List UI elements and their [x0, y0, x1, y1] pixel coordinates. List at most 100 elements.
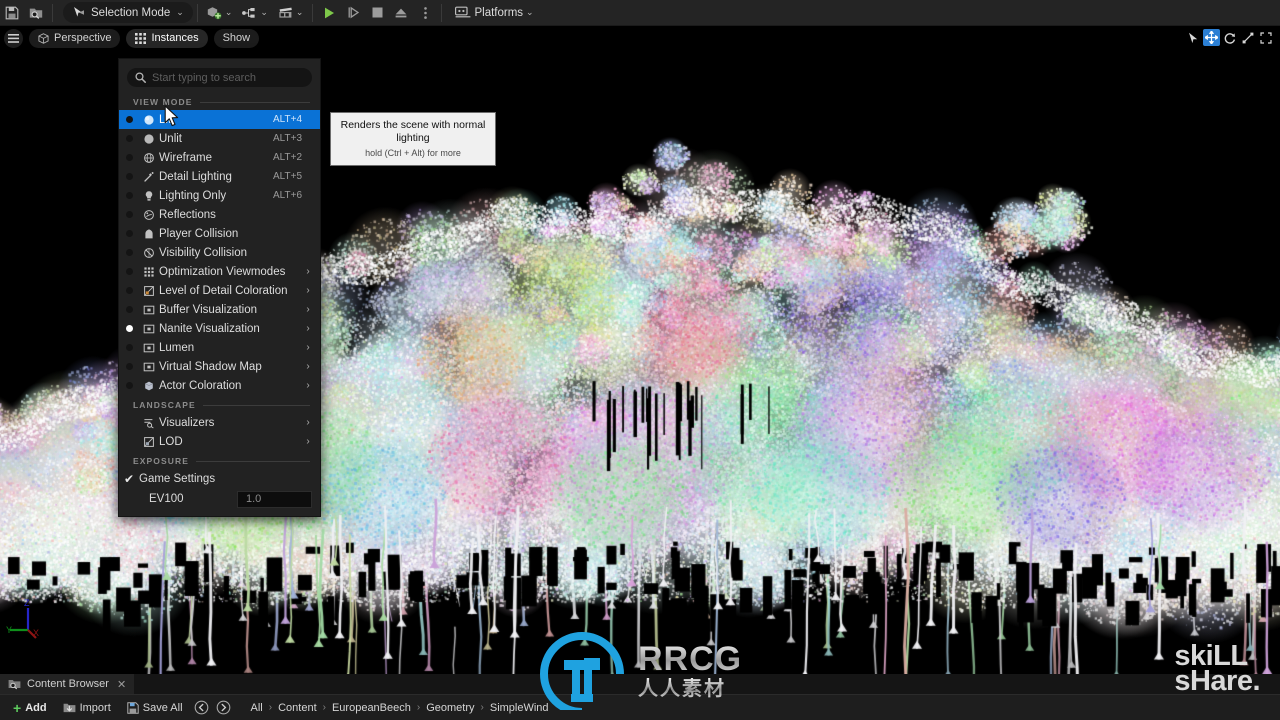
menu-item-level-of-detail-coloration[interactable]: Level of Detail Coloration ›: [119, 281, 320, 300]
maximize-icon[interactable]: [1257, 29, 1274, 46]
menu-item-lighting-only[interactable]: Lighting Only ALT+6: [119, 186, 320, 205]
unlit-sphere-icon: [139, 133, 159, 145]
scale-tool-button[interactable]: [1239, 29, 1256, 46]
save-button[interactable]: [1, 2, 23, 24]
menu-item-label: Virtual Shadow Map: [159, 360, 262, 373]
submenu-chevron-icon: ›: [306, 323, 310, 334]
search-input[interactable]: [152, 71, 304, 84]
reflections-icon: [139, 209, 159, 221]
perspective-label: Perspective: [54, 32, 112, 44]
tab-label: Content Browser: [27, 678, 109, 690]
checkmark-icon: ✔: [123, 471, 135, 486]
play-group: [317, 0, 437, 26]
viewport-show-menu[interactable]: Show: [213, 28, 260, 48]
viewport-camera-perspective[interactable]: Perspective: [29, 28, 121, 48]
viewport-viewmode-instances[interactable]: Instances: [126, 28, 208, 48]
radio-indicator: [119, 249, 139, 256]
content-browse-button[interactable]: [25, 2, 47, 24]
forward-button[interactable]: [214, 698, 234, 718]
add-actor-dropdown[interactable]: ⌄: [204, 2, 236, 24]
radio-indicator: [119, 325, 139, 332]
menu-item-wireframe[interactable]: Wireframe ALT+2: [119, 148, 320, 167]
selection-mode-label: Selection Mode: [91, 6, 171, 19]
skip-frame-button[interactable]: [342, 2, 364, 24]
viewmode-search[interactable]: [127, 68, 312, 87]
move-tool-button[interactable]: [1203, 29, 1220, 46]
menu-item-actor-coloration[interactable]: Actor Coloration ›: [119, 376, 320, 395]
menu-item-unlit[interactable]: Unlit ALT+3: [119, 129, 320, 148]
landscape-lod-icon: [139, 436, 159, 448]
file-group: [0, 0, 48, 26]
landscape-list: Visualizers › LOD ›: [119, 413, 320, 451]
menu-item-shortcut: ALT+4: [273, 114, 302, 125]
main-toolbar: Selection Mode ⌄ ⌄ ⌄ ⌄ Platforms ⌄: [0, 0, 1280, 26]
view-mode-list: Lit ALT+4 Unlit ALT+3 Wireframe ALT+2 Detail L…: [119, 110, 320, 395]
selection-mode-dropdown[interactable]: Selection Mode ⌄: [63, 2, 193, 23]
cinematics-icon: [278, 6, 293, 19]
radio-indicator: [119, 363, 139, 370]
tooltip: Renders the scene with normal lighting h…: [330, 112, 496, 167]
cinematics-dropdown[interactable]: ⌄: [275, 2, 307, 24]
toolbar-divider: [52, 3, 53, 22]
viewport-menu-icon[interactable]: [4, 28, 23, 48]
menu-item-player-collision[interactable]: Player Collision: [119, 224, 320, 243]
viewmode-menu[interactable]: VIEW MODE Lit ALT+4 Unlit ALT+3 Wireframe ALT…: [118, 58, 321, 517]
toolbar-divider-4: [441, 3, 443, 22]
menu-item-visualizers[interactable]: Visualizers ›: [119, 413, 320, 432]
plus-icon: +: [13, 699, 22, 716]
menu-item-nanite-visualization[interactable]: Nanite Visualization ›: [119, 319, 320, 338]
close-icon[interactable]: ✕: [117, 678, 126, 691]
stop-button[interactable]: [366, 2, 388, 24]
viewport-axis-gizmo: Y X Z: [6, 596, 60, 646]
section-label: VIEW MODE: [133, 97, 193, 107]
more-options-button[interactable]: [414, 2, 436, 24]
breadcrumb-item[interactable]: SimpleWind: [485, 702, 554, 714]
rotate-tool-button[interactable]: [1221, 29, 1238, 46]
submenu-chevron-icon: ›: [306, 342, 310, 353]
lightbulb-icon: [139, 190, 159, 202]
chevron-down-icon: ⌄: [260, 7, 268, 17]
menu-item-lod[interactable]: LOD ›: [119, 432, 320, 451]
play-icon: [322, 6, 336, 20]
eject-button[interactable]: [390, 2, 412, 24]
save-all-label: Save All: [142, 701, 183, 714]
back-button[interactable]: [192, 698, 212, 718]
select-tool-button[interactable]: [1185, 29, 1202, 46]
play-button[interactable]: [318, 2, 340, 24]
lumen-icon: [139, 342, 159, 354]
menu-item-buffer-visualization[interactable]: Buffer Visualization ›: [119, 300, 320, 319]
lod-coloration-icon: [139, 285, 159, 297]
instances-grid-icon: [135, 32, 147, 44]
submenu-chevron-icon: ›: [306, 361, 310, 372]
tooltip-title: Renders the scene with normal lighting: [340, 119, 486, 145]
menu-item-optimization-viewmodes[interactable]: Optimization Viewmodes ›: [119, 262, 320, 281]
blueprint-dropdown[interactable]: ⌄: [239, 2, 271, 24]
platforms-icon: [455, 6, 471, 19]
menu-item-detail-lighting[interactable]: Detail Lighting ALT+5: [119, 167, 320, 186]
ev100-field[interactable]: 1.0: [237, 490, 312, 508]
breadcrumb-item[interactable]: Geometry: [421, 702, 479, 714]
breadcrumb-item[interactable]: Content: [273, 702, 322, 714]
submenu-chevron-icon: ›: [306, 380, 310, 391]
menu-item-lumen[interactable]: Lumen ›: [119, 338, 320, 357]
more-options-icon: [423, 6, 428, 20]
import-button[interactable]: Import: [56, 698, 118, 718]
instances-label: Instances: [151, 32, 199, 44]
menu-item-game-settings[interactable]: ✔ Game Settings: [119, 469, 320, 488]
save-all-button[interactable]: Save All: [120, 698, 190, 718]
breadcrumb-item[interactable]: All: [246, 702, 268, 714]
section-header-exposure: EXPOSURE: [119, 453, 320, 469]
tab-content-browser[interactable]: Content Browser ✕: [0, 674, 135, 694]
menu-item-visibility-collision[interactable]: Visibility Collision: [119, 243, 320, 262]
add-button[interactable]: + Add: [6, 698, 54, 718]
menu-item-label: Wireframe: [159, 151, 213, 164]
chevron-down-icon: ⌄: [526, 7, 534, 17]
menu-item-virtual-shadow-map[interactable]: Virtual Shadow Map ›: [119, 357, 320, 376]
show-label: Show: [222, 32, 251, 44]
menu-item-label: Player Collision: [159, 227, 239, 240]
menu-item-reflections[interactable]: Reflections: [119, 205, 320, 224]
platforms-dropdown[interactable]: Platforms ⌄: [452, 2, 536, 24]
menu-item-lit[interactable]: Lit ALT+4: [119, 110, 320, 129]
breadcrumb-item[interactable]: EuropeanBeech: [327, 702, 416, 714]
platforms-label: Platforms: [474, 6, 524, 19]
